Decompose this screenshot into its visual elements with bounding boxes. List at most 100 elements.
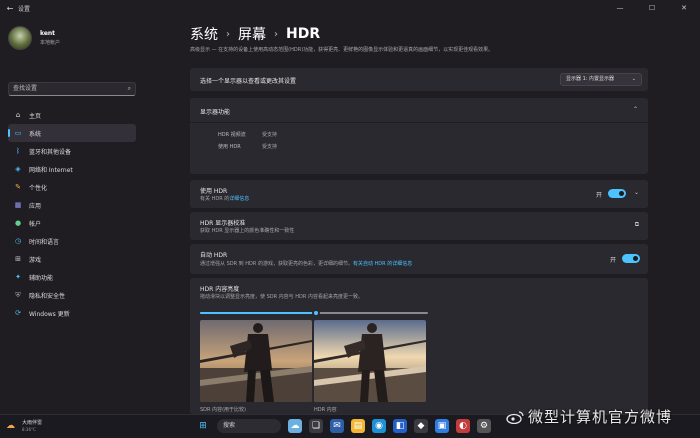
sidebar-item[interactable]: ⌂ 主页 (8, 106, 136, 124)
sidebar-item[interactable]: ◈ 网络和 Internet (8, 160, 136, 178)
store-icon[interactable]: ◧ (393, 419, 407, 433)
taskbar-apps: ⊞ 搜索 ☁ ❏ ✉ ▤ ◉ ◧ ◆ ▣ ◐ ⚙ (196, 419, 498, 433)
edge-browser-icon[interactable]: ◉ (372, 419, 386, 433)
calibration-sub: 获取 HDR 显示器上的颜色准确性和一致性 (200, 228, 295, 234)
watermark: 微型计算机官方微博 (506, 406, 672, 427)
minimize-button[interactable]: — (604, 4, 636, 12)
breadcrumb: 系统 › 屏幕 › HDR (190, 24, 320, 44)
sdr-preview-image (200, 320, 312, 402)
shield-icon: ⛨ (15, 291, 21, 299)
sidebar-item-label: 时间和语言 (29, 238, 60, 246)
use-hdr-state: 开 (596, 192, 603, 199)
sidebar-item[interactable]: ✦ 辅助功能 (8, 268, 136, 286)
chevron-down-icon[interactable]: ⌄ (634, 189, 639, 196)
bluetooth-icon: ᛒ (15, 147, 21, 155)
clock-globe-icon: ◷ (14, 237, 22, 245)
monitor-icon: ▭ (14, 129, 22, 137)
sidebar-item[interactable]: ▭ 系统 (8, 124, 136, 142)
profile-subtitle: 本地帐户 (40, 40, 61, 46)
search-input[interactable]: 查找设置 ⌕ (8, 82, 136, 96)
sdr-caption: SDR 内容(用于比较) (200, 407, 246, 413)
accessibility-icon: ✦ (15, 273, 21, 281)
back-arrow-icon[interactable]: ← (4, 4, 16, 13)
windows-start-icon[interactable]: ⊞ (196, 419, 210, 433)
task-view-icon[interactable]: ❏ (309, 419, 323, 433)
window-controls: — ☐ ✕ (604, 4, 700, 12)
profile-name: kent (40, 30, 56, 37)
watermark-text: 微型计算机官方微博 (528, 408, 673, 426)
sidebar-item[interactable]: ◷ 时间和语言 (8, 232, 136, 250)
update-icon: ⟳ (15, 309, 21, 317)
capabilities-card: 显示器功能 ⌃ HDR 视频流 受支持 使用 HDR 受支持 (190, 98, 648, 174)
maximize-button[interactable]: ☐ (636, 4, 668, 12)
settings-gear-icon[interactable]: ⚙ (477, 419, 491, 433)
external-link-icon[interactable]: ⧉ (635, 221, 639, 229)
app-icon[interactable]: ◆ (414, 419, 428, 433)
calibration-card[interactable]: HDR 显示器校准 获取 HDR 显示器上的颜色准确性和一致性 ⧉ (190, 212, 648, 240)
weather-widget[interactable]: ☁ 大雨伴雷 8:36°C (6, 419, 42, 432)
sidebar-item[interactable]: ⊞ 游戏 (8, 250, 136, 268)
sidebar-item[interactable]: ⛨ 隐私和安全性 (8, 286, 136, 304)
mail-icon[interactable]: ✉ (330, 419, 344, 433)
apps-icon: ▦ (14, 201, 22, 209)
app-icon[interactable]: ◐ (456, 419, 470, 433)
sidebar-item[interactable]: ᛒ 蓝牙和其他设备 (8, 142, 136, 160)
breadcrumb-display[interactable]: 屏幕 (238, 24, 266, 44)
use-hdr-link[interactable]: 详细信息 (229, 196, 249, 202)
wifi-icon: ◈ (15, 165, 21, 173)
sidebar-item-label: 主页 (29, 112, 42, 120)
use-hdr-toggle[interactable] (608, 189, 626, 198)
slider-thumb[interactable] (312, 309, 321, 317)
calibration-title: HDR 显示器校准 (200, 220, 246, 227)
display-select-label: 选择一个显示器以查看或更改其设置 (200, 78, 297, 85)
photos-icon[interactable]: ▣ (435, 419, 449, 433)
sidebar-item-label: 隐私和安全性 (29, 292, 66, 300)
taskbar-search[interactable]: 搜索 (217, 419, 281, 433)
breadcrumb-system[interactable]: 系统 (190, 24, 218, 44)
account-icon: ● (14, 219, 22, 227)
auto-hdr-card[interactable]: 自动 HDR 通过增强从 SDR 到 HDR 的游戏，获取更亮的色彩，更详细的细… (190, 244, 648, 274)
weather-sub: 8:36°C (22, 427, 36, 432)
auto-hdr-state: 开 (610, 257, 617, 264)
brightness-slider[interactable] (200, 309, 428, 317)
chevron-up-icon[interactable]: ⌃ (633, 106, 638, 113)
sidebar-item-label: 游戏 (29, 256, 42, 264)
page-description: 高级显示 — 在支持的设备上使用高动态范围(HDR)功能，获得更亮、更鲜艳的图像… (190, 47, 494, 53)
sidebar-item[interactable]: ⟳ Windows 更新 (8, 304, 136, 322)
sidebar: kent 本地帐户 查找设置 ⌕ ⌂ 主页 ▭ 系统 ᛒ 蓝牙和其他设备 ◈ 网络和 Inte… (0, 16, 176, 414)
capability-value: 受支持 (262, 132, 278, 138)
auto-hdr-sub: 通过增强从 SDR 到 HDR 的游戏，获取更亮的色彩，更详细的细节。 (200, 261, 353, 267)
sidebar-item-label: 应用 (29, 202, 42, 210)
use-hdr-card[interactable]: 使用 HDR 有关 HDR 的详细信息 开 ⌄ (190, 180, 648, 208)
display-dropdown[interactable]: 显示器 1: 内置显示器 ⌄ (560, 73, 642, 86)
hdr-preview-image (314, 320, 426, 402)
capability-label: HDR 视频流 (218, 132, 246, 138)
hdr-brightness-card: HDR 内容亮度 拖动滑块以调整显示亮度，使 SDR 内容与 HDR 内容看起来… (190, 278, 648, 414)
capabilities-title: 显示器功能 (200, 109, 231, 116)
sidebar-item-label: 辅助功能 (29, 274, 54, 282)
use-hdr-title: 使用 HDR (200, 188, 228, 195)
sidebar-item[interactable]: ● 帐户 (8, 214, 136, 232)
profile[interactable]: kent 本地帐户 (8, 26, 60, 50)
taskbar-search-label: 搜索 (223, 422, 236, 429)
sidebar-item[interactable]: ▦ 应用 (8, 196, 136, 214)
search-placeholder: 查找设置 (13, 85, 38, 92)
sidebar-item[interactable]: ✎ 个性化 (8, 178, 136, 196)
auto-hdr-link[interactable]: 有关自动 HDR 的详细信息 (353, 261, 412, 267)
display-select-card: 选择一个显示器以查看或更改其设置 显示器 1: 内置显示器 ⌄ (190, 68, 648, 91)
sidebar-item-label: 个性化 (29, 184, 48, 192)
display-dropdown-value: 显示器 1: 内置显示器 (566, 76, 615, 82)
slider-fill (200, 312, 317, 314)
breadcrumb-separator-icon: › (226, 28, 230, 40)
brush-icon: ✎ (15, 183, 21, 191)
gamepad-icon: ⊞ (15, 255, 21, 263)
auto-hdr-toggle[interactable] (622, 254, 640, 263)
search-icon[interactable]: ⌕ (128, 83, 131, 95)
file-explorer-icon[interactable]: ▤ (351, 419, 365, 433)
widgets-icon[interactable]: ☁ (288, 419, 302, 433)
use-hdr-sub: 有关 HDR 的 (200, 196, 230, 202)
close-button[interactable]: ✕ (668, 4, 700, 12)
home-icon: ⌂ (15, 111, 21, 119)
sidebar-item-label: 系统 (29, 130, 42, 138)
weather-temp: 大雨伴雷 (22, 420, 43, 426)
